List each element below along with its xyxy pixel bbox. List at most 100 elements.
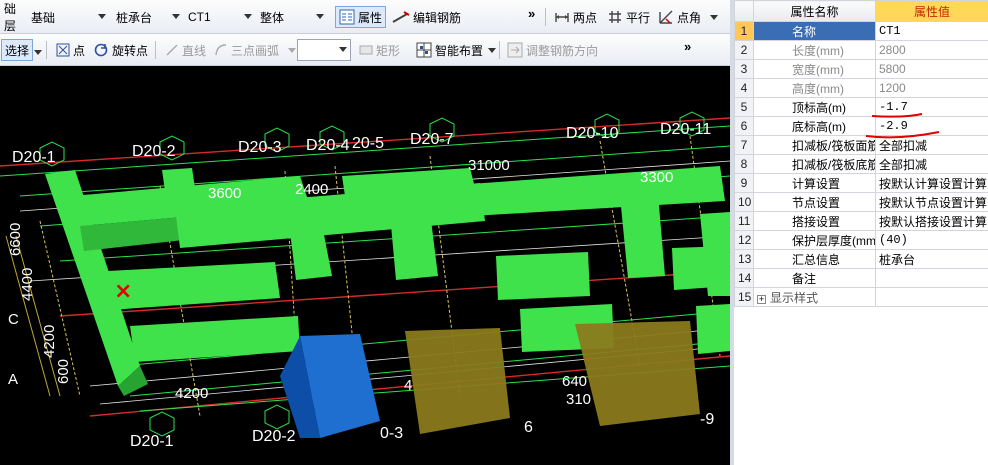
row-number: 11 [734, 211, 754, 231]
two-point-label: 两点 [573, 10, 598, 25]
side-dimension-text: 600 [55, 359, 72, 384]
properties-body: 1 名称 CT1 2 长度(mm) 2800 3 宽度(mm) 5800 4 高度(mm) 1200 5… [734, 21, 988, 307]
drawing-canvas[interactable]: D20-1 D20-2 D20-3 D20-4 20-5 D20-7 D20-1… [0, 66, 730, 465]
properties-table: 属性名称 属性值 1 名称 CT1 2 长度(mm) 2800 3 宽度(mm) 5800 4 高度… [734, 0, 988, 307]
property-row[interactable]: 12 保护层厚度(mm) (40) [734, 230, 988, 250]
rectangle-button[interactable]: 矩形 [355, 39, 404, 61]
property-name: 宽度(mm) [753, 59, 876, 79]
property-row[interactable]: 10 节点设置 按默认节点设置计算 [734, 192, 988, 212]
property-name: 搭接设置 [753, 211, 876, 231]
property-value[interactable]: 桩承台 [875, 249, 988, 269]
chevron-down-icon[interactable] [710, 14, 719, 20]
parallel-label: 平行 [626, 10, 651, 25]
dimension-text: 31000 [468, 157, 510, 174]
three-point-arc-button[interactable]: 三点画弧 [210, 39, 300, 61]
select-button[interactable]: 选择 [1, 39, 34, 61]
element-name-combo[interactable]: CT1 [184, 6, 256, 28]
shape-combo[interactable] [297, 39, 351, 61]
property-row[interactable]: 13 汇总信息 桩承台 [734, 249, 988, 269]
property-value[interactable]: 按默认搭接设置计算 [875, 211, 988, 231]
parallel-icon [609, 11, 621, 23]
property-name: 汇总信息 [753, 249, 876, 269]
parallel-button[interactable]: 平行 [603, 6, 654, 28]
property-name-header: 属性名称 [753, 0, 876, 22]
property-row[interactable]: 15 + 显示样式 [734, 287, 988, 307]
property-row[interactable]: 6 底标高(m) -2.9 [734, 116, 988, 136]
property-row[interactable]: 7 扣减板/筏板面筋 全部扣减 [734, 135, 988, 155]
property-row[interactable]: 5 顶标高(m) -1.7 [734, 97, 988, 117]
element-name-value: CT1 [188, 10, 211, 24]
rotate-point-button[interactable]: 旋转点 [89, 39, 152, 61]
smart-layout-button[interactable]: 智能布置 [412, 39, 500, 61]
main-toolbar: 础层 基础 桩承台 CT1 整体 属性 编辑钢筋 » 两点 平行 点角 [0, 0, 732, 34]
drawing-viewport[interactable]: D20-1 D20-2 D20-3 D20-4 20-5 D20-7 D20-1… [0, 66, 730, 465]
property-name: 名称 [753, 21, 876, 41]
point-angle-button[interactable]: 点角 [654, 6, 722, 28]
edit-rebar-button[interactable]: 编辑钢筋 [388, 6, 465, 28]
toolbar-separator [545, 8, 546, 26]
property-value[interactable]: 按默认节点设置计算 [875, 192, 988, 212]
toolbar1-more-chevron[interactable]: » [528, 6, 535, 21]
dimension-text: 310 [566, 391, 591, 408]
property-value[interactable]: 2800 [875, 40, 988, 60]
row-number: 12 [734, 230, 754, 250]
element-type-value: 桩承台 [116, 10, 153, 25]
axis-label-top: 20-5 [352, 135, 384, 152]
edit-rebar-icon [392, 11, 410, 23]
property-name: 扣减板/筏板面筋 [753, 135, 876, 155]
property-row[interactable]: 9 计算设置 按默认计算设置计算 [734, 173, 988, 193]
line-button[interactable]: 直线 [161, 39, 210, 61]
property-name: 扣减板/筏板底筋 [753, 154, 876, 174]
property-value[interactable]: -1.7 [875, 97, 988, 117]
line-icon [166, 44, 178, 56]
floor-combo[interactable]: 础层 [0, 2, 22, 33]
category-combo[interactable]: 基础 [24, 6, 110, 28]
rectangle-label: 矩形 [376, 43, 401, 58]
line-label: 直线 [182, 43, 207, 58]
property-value[interactable]: 1200 [875, 78, 988, 98]
row-number: 14 [734, 268, 754, 288]
chevron-down-icon[interactable] [34, 50, 42, 55]
property-row[interactable]: 4 高度(mm) 1200 [734, 78, 988, 98]
property-value[interactable] [875, 268, 988, 288]
adjust-rebar-direction-button[interactable]: 调整钢筋方向 [503, 39, 602, 61]
property-row[interactable]: 1 名称 CT1 [734, 21, 988, 41]
scope-combo[interactable]: 整体 [256, 6, 328, 28]
property-value[interactable]: 5800 [875, 59, 988, 79]
property-row[interactable]: 14 备注 [734, 268, 988, 288]
row-number: 10 [734, 192, 754, 212]
row-number: 4 [734, 78, 754, 98]
property-value[interactable]: -2.9 [875, 116, 988, 136]
smart-layout-icon [416, 42, 432, 58]
row-number: 6 [734, 116, 754, 136]
property-row[interactable]: 2 长度(mm) 2800 [734, 40, 988, 60]
side-dimension-text: 4200 [41, 325, 58, 358]
property-value[interactable]: 全部扣减 [875, 135, 988, 155]
properties-button[interactable]: 属性 [335, 6, 387, 28]
toolbar2-more-chevron[interactable]: » [684, 39, 691, 54]
point-button[interactable]: 点 [52, 39, 89, 61]
property-row[interactable]: 8 扣减板/筏板底筋 全部扣减 [734, 154, 988, 174]
property-row[interactable]: 3 宽度(mm) 5800 [734, 59, 988, 79]
axis-label-bottom: 0-3 [380, 425, 403, 442]
property-value[interactable]: CT1 [875, 21, 988, 41]
toolbar-separator [155, 41, 156, 59]
property-value[interactable]: (40) [875, 230, 988, 250]
side-dimension-text: 6600 [7, 223, 24, 256]
dimension-text: 2400 [295, 181, 328, 198]
element-type-combo[interactable]: 桩承台 [112, 6, 184, 28]
property-value[interactable] [875, 287, 988, 307]
property-name-label: 显示样式 [770, 290, 819, 305]
row-number: 15 [734, 287, 754, 307]
row-number: 1 [734, 21, 754, 41]
chevron-down-icon [288, 47, 297, 53]
edit-rebar-label: 编辑钢筋 [413, 10, 462, 25]
property-row[interactable]: 11 搭接设置 按默认搭接设置计算 [734, 211, 988, 231]
rotate-point-label: 旋转点 [112, 43, 149, 58]
property-value[interactable]: 全部扣减 [875, 154, 988, 174]
scope-value: 整体 [260, 10, 285, 25]
property-value[interactable]: 按默认计算设置计算 [875, 173, 988, 193]
row-number: 3 [734, 59, 754, 79]
expand-icon[interactable]: + [757, 294, 766, 304]
two-point-button[interactable]: 两点 [550, 6, 601, 28]
